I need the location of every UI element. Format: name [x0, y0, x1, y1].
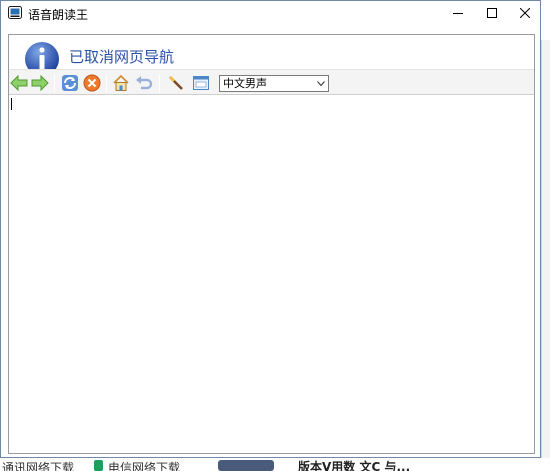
info-banner: 已取消网页导航	[9, 35, 534, 76]
text-caret	[11, 98, 12, 110]
background-thumbnail	[218, 460, 274, 471]
title-bar[interactable]: 语音朗读王	[1, 1, 540, 25]
window-button[interactable]	[191, 73, 211, 93]
close-button[interactable]	[508, 1, 542, 25]
back-button[interactable]	[9, 73, 29, 93]
undo-button[interactable]	[134, 73, 154, 93]
stop-button[interactable]	[82, 73, 102, 93]
maximize-icon	[487, 8, 497, 18]
background-text: 通讯网络下载	[2, 461, 75, 471]
window-title: 语音朗读王	[28, 8, 89, 22]
tool-button[interactable]	[166, 73, 186, 93]
reading-text-area[interactable]	[9, 95, 534, 453]
background-bottom-strip: 通讯网络下载 电信网络下载 版本V用数 文C 与...	[0, 458, 550, 471]
voice-select-value: 中文男声	[223, 77, 267, 90]
home-icon	[113, 74, 129, 91]
browser-pane: 已取消网页导航 中文男声	[8, 34, 535, 454]
refresh-icon	[62, 75, 78, 91]
minimize-button[interactable]	[441, 1, 475, 25]
maximize-button[interactable]	[475, 1, 509, 25]
toolbar: 中文男声	[9, 69, 534, 95]
refresh-button[interactable]	[60, 73, 80, 93]
background-headline: 版本V用数 文C 与...	[298, 460, 411, 471]
voice-select[interactable]: 中文男声	[219, 75, 329, 92]
chevron-down-icon	[317, 81, 325, 86]
window-icon	[193, 76, 209, 90]
app-window: 语音朗读王 已取消网页导航 中文男声	[0, 0, 541, 458]
wand-icon	[169, 76, 183, 90]
navigation-cancelled-message: 已取消网页导航	[69, 48, 175, 66]
close-icon	[520, 8, 530, 18]
background-green-icon	[94, 460, 103, 471]
arrow-left-icon	[10, 75, 28, 91]
home-button[interactable]	[111, 73, 131, 93]
toolbar-separator	[159, 74, 160, 92]
arrow-right-icon	[31, 75, 49, 91]
app-icon	[8, 6, 22, 19]
toolbar-separator	[54, 74, 55, 92]
stop-icon	[83, 74, 101, 92]
forward-button[interactable]	[30, 73, 50, 93]
background-right-strip	[541, 40, 550, 471]
minimize-icon	[453, 13, 463, 14]
undo-icon	[136, 76, 153, 90]
background-text: 电信网络下载	[108, 461, 181, 471]
toolbar-separator	[106, 74, 107, 92]
